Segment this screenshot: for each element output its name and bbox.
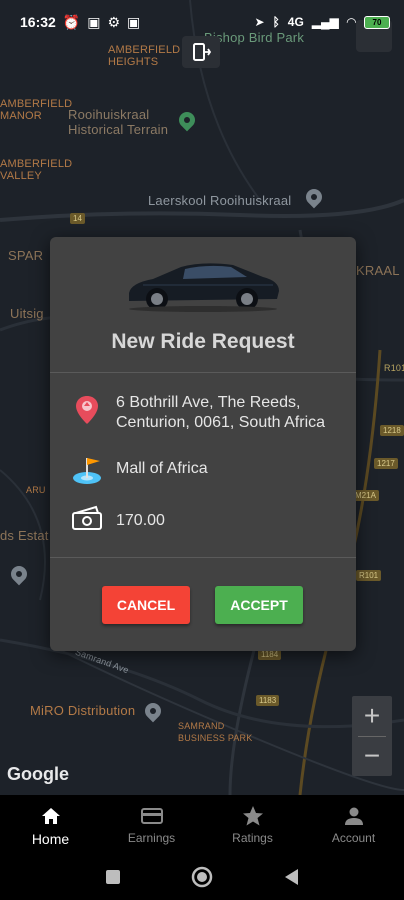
nav-item-home[interactable]: Home: [0, 795, 101, 853]
zoom-in-button[interactable]: +: [352, 696, 392, 736]
recents-button[interactable]: [105, 869, 121, 885]
exit-icon: [193, 43, 212, 61]
wifi-icon: ◠: [346, 15, 356, 29]
nav-label-home: Home: [31, 831, 70, 847]
destination-row: Mall of Africa: [70, 452, 346, 486]
divider-top: [50, 372, 356, 373]
map-label-amberfield-manor: AMBERFIELD MANOR: [0, 98, 73, 122]
road-shield-m21a: M21A: [352, 490, 379, 501]
nav-item-earnings[interactable]: Earnings: [101, 795, 202, 853]
pickup-pin-icon: [76, 396, 98, 424]
fare-amount: 170.00: [116, 512, 165, 529]
car-icon: [129, 263, 279, 312]
nav-item-ratings[interactable]: Ratings: [202, 795, 303, 853]
map-label-miro: MiRO Distribution: [30, 703, 136, 718]
divider-bottom: [50, 557, 356, 558]
map-label-amberfield-heights: AMBERFIELD HEIGHTS: [108, 44, 181, 68]
status-bar: 16:32 ⏰ ▣ ⚙ ▣ ➤ ᛒ 4G ▂▄▆ ◠ 70: [0, 0, 404, 44]
home-system-button[interactable]: [191, 866, 213, 888]
nav-label-account: Account: [331, 831, 376, 845]
road-shield-1217: 1217: [374, 458, 398, 469]
nav-label-earnings: Earnings: [127, 831, 176, 845]
person-icon: [344, 805, 364, 827]
new-ride-request-dialog: New Ride Request 6 Bothrill Ave, The Ree…: [50, 237, 356, 651]
map-label-aru: ARU: [26, 485, 46, 495]
map-label-spar: SPAR: [8, 248, 44, 263]
zoom-controls: + −: [352, 696, 392, 776]
road-shield-1183: 1183: [256, 695, 280, 706]
map-label-laerskool: Laerskool Rooihuiskraal: [148, 193, 292, 208]
back-button[interactable]: [283, 868, 299, 886]
status-time: 16:32: [20, 14, 56, 30]
destination-text: Mall of Africa: [116, 460, 208, 477]
map-label-uitsig: Uitsig: [10, 306, 44, 321]
map-label-amberfield-valley: AMBERFIELD VALLEY: [0, 158, 73, 182]
road-label-r101: R101: [384, 363, 404, 373]
bottom-navigation: Home Earnings Ratings Account: [0, 795, 404, 853]
map-label-kraal: KRAAL: [356, 263, 400, 278]
pickup-row: 6 Bothrill Ave, The Reeds, Centurion, 00…: [70, 393, 346, 433]
alarm-icon: ⏰: [62, 13, 81, 30]
accept-button[interactable]: ACCEPT: [215, 586, 303, 624]
battery-icon: 70: [364, 15, 390, 29]
notification-icon-2: ▣: [127, 13, 141, 30]
nav-label-ratings: Ratings: [232, 831, 273, 845]
road-shield-14: 14: [70, 213, 85, 224]
notification-icon: ▣: [87, 13, 101, 30]
road-shield-r101: R101: [356, 570, 382, 581]
pickup-address: 6 Bothrill Ave, The Reeds, Centurion, 00…: [116, 394, 326, 431]
nav-item-account[interactable]: Account: [303, 795, 404, 853]
signal-icon: ▂▄▆: [311, 15, 339, 29]
google-attribution: Google: [7, 764, 69, 784]
cash-icon: [72, 505, 102, 530]
star-icon: [242, 805, 264, 827]
zoom-out-button[interactable]: −: [352, 736, 392, 776]
network-type: 4G: [287, 15, 304, 29]
settings-icon: ⚙: [107, 13, 121, 30]
map-label-estate: ds Estat: [0, 528, 49, 543]
map-label-samrand-park: SAMRAND BUSINESS PARK: [178, 721, 253, 743]
cancel-button[interactable]: CANCEL: [102, 586, 190, 624]
dialog-title: New Ride Request: [111, 330, 295, 353]
road-shield-1218: 1218: [380, 425, 404, 436]
location-icon: ➤: [254, 15, 265, 29]
bluetooth-icon: ᛒ: [272, 15, 280, 29]
destination-flag-icon: [73, 458, 101, 484]
credit-card-icon: [140, 805, 163, 827]
map-label-rooihuiskraal-terrain: Rooihuiskraal Historical Terrain: [68, 107, 169, 137]
system-navigation-bar: [0, 853, 404, 900]
fare-row: 170.00: [70, 503, 346, 537]
home-icon: [40, 805, 62, 827]
